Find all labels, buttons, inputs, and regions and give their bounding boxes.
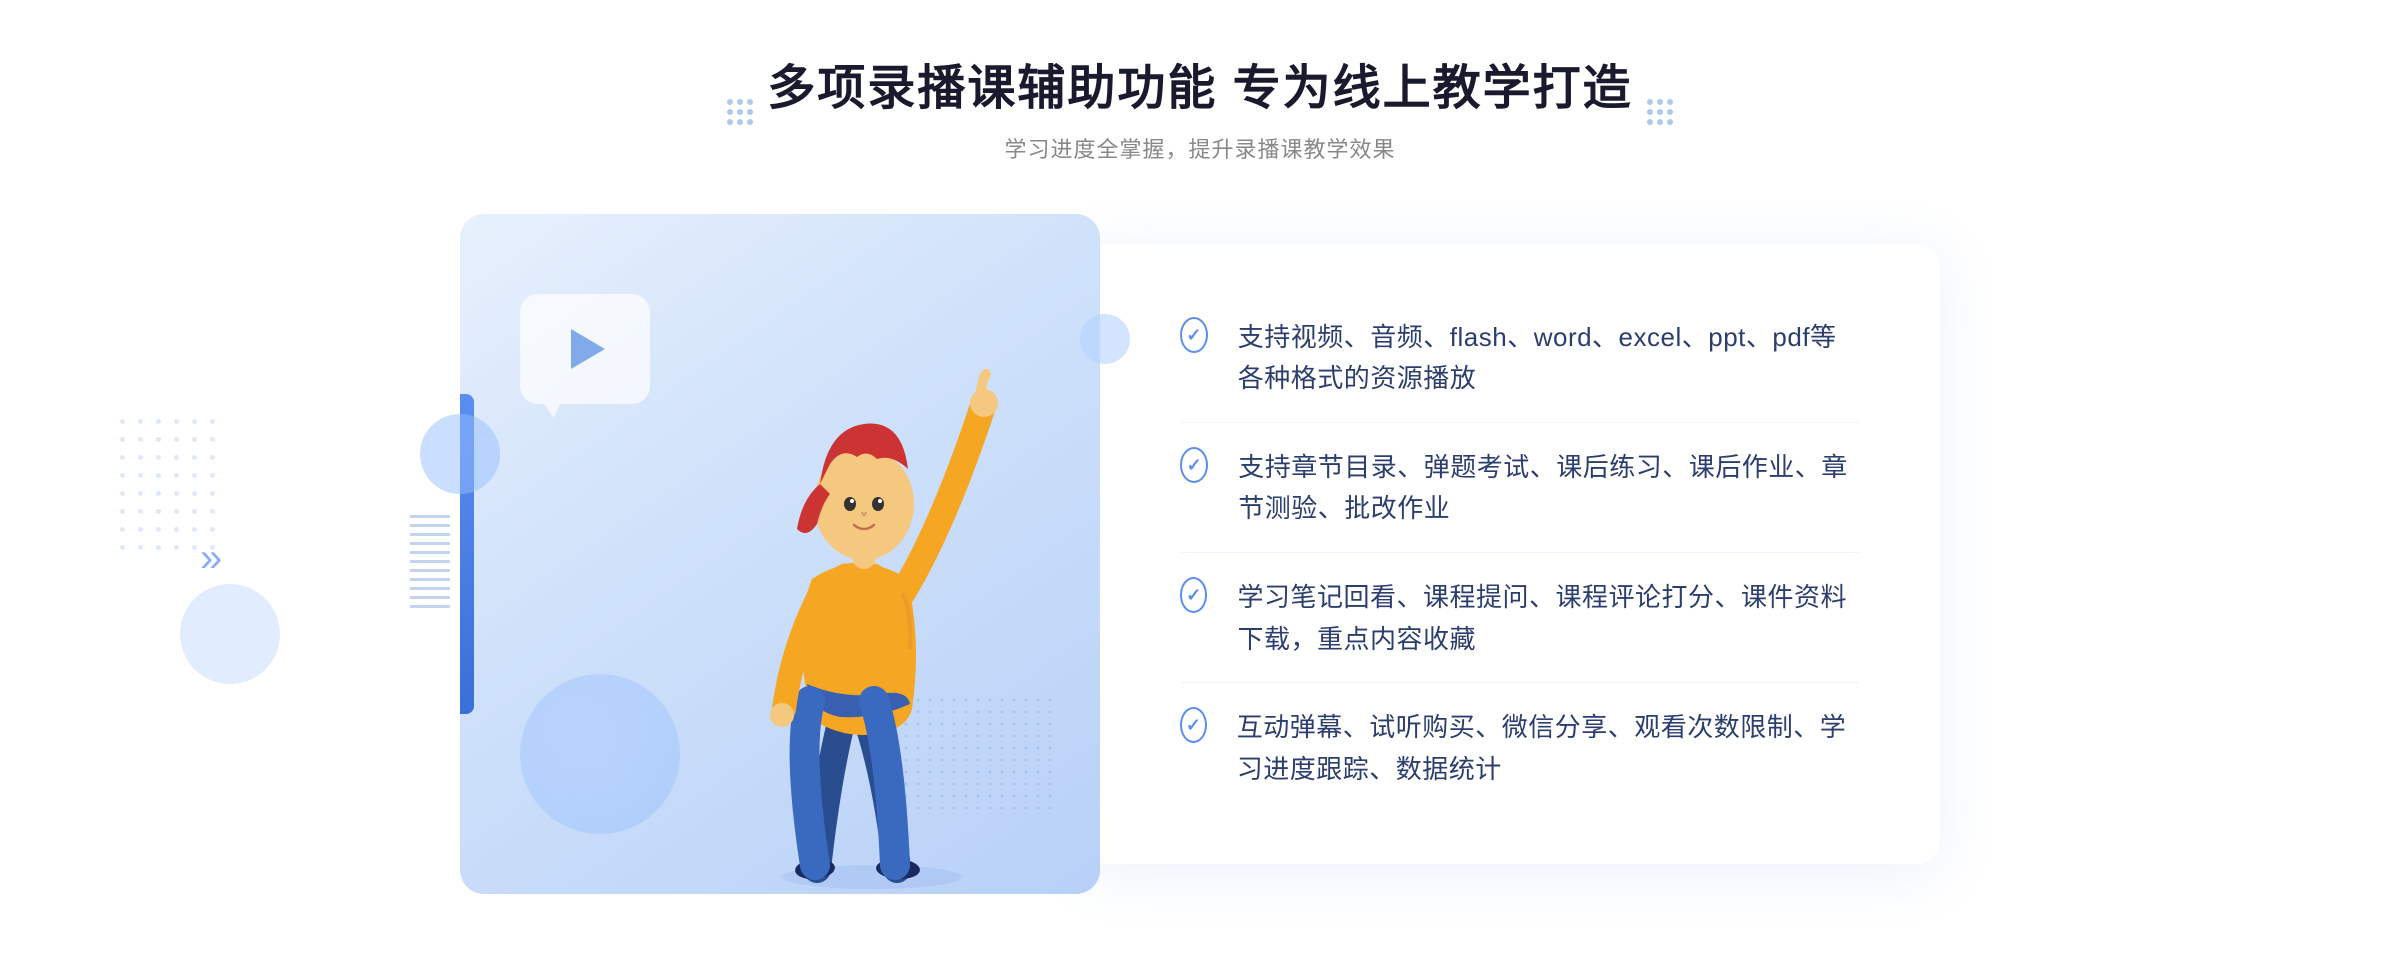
striped-decoration bbox=[410, 514, 450, 614]
main-content: 支持视频、音频、flash、word、excel、ppt、pdf等各种格式的资源… bbox=[400, 214, 2000, 894]
illustration-card bbox=[460, 214, 1100, 894]
check-icon-4 bbox=[1180, 707, 1207, 743]
header-section: 多项录播课辅助功能 专为线上教学打造 学习进度全掌握，提升录播课教学效果 bbox=[767, 60, 1632, 164]
deco-circle-small bbox=[420, 414, 500, 494]
deco-circle-large bbox=[520, 674, 680, 834]
feature-text-3: 学习笔记回看、课程提问、课程评论打分、课件资料下载，重点内容收藏 bbox=[1237, 577, 1860, 660]
header-dots-right bbox=[1647, 99, 1673, 125]
feature-item-1: 支持视频、音频、flash、word、excel、ppt、pdf等各种格式的资源… bbox=[1180, 295, 1860, 423]
feature-text-2: 支持章节目录、弹题考试、课后练习、课后作业、章节测验、批改作业 bbox=[1238, 447, 1860, 530]
feature-text-1: 支持视频、音频、flash、word、excel、ppt、pdf等各种格式的资源… bbox=[1238, 317, 1860, 400]
sub-title: 学习进度全掌握，提升录播课教学效果 bbox=[767, 132, 1632, 164]
feature-text-4: 互动弹幕、试听购买、微信分享、观看次数限制、学习进度跟踪、数据统计 bbox=[1237, 707, 1860, 790]
page-wrapper: » 多项录播课辅助功能 专为线上教学打造 学习进度全掌握，提升录播课教学效果 bbox=[0, 0, 2400, 974]
check-icon-1 bbox=[1180, 317, 1208, 353]
play-bubble bbox=[520, 294, 650, 404]
feature-item-2: 支持章节目录、弹题考试、课后练习、课后作业、章节测验、批改作业 bbox=[1180, 425, 1860, 553]
feature-item-4: 互动弹幕、试听购买、微信分享、观看次数限制、学习进度跟踪、数据统计 bbox=[1180, 685, 1860, 812]
check-icon-2 bbox=[1180, 447, 1208, 483]
main-title: 多项录播课辅助功能 专为线上教学打造 bbox=[767, 60, 1632, 118]
left-chevrons-decoration: » bbox=[200, 536, 222, 581]
check-icon-3 bbox=[1180, 577, 1207, 613]
header-dots-left bbox=[727, 99, 753, 125]
float-circle-decoration bbox=[180, 584, 280, 684]
person-illustration bbox=[712, 329, 1052, 894]
play-icon bbox=[571, 329, 605, 369]
features-card: 支持视频、音频、flash、word、excel、ppt、pdf等各种格式的资源… bbox=[1080, 244, 1940, 864]
bg-dots-left bbox=[120, 419, 220, 555]
deco-circle-tiny bbox=[1080, 314, 1130, 364]
feature-item-3: 学习笔记回看、课程提问、课程评论打分、课件资料下载，重点内容收藏 bbox=[1180, 555, 1860, 683]
